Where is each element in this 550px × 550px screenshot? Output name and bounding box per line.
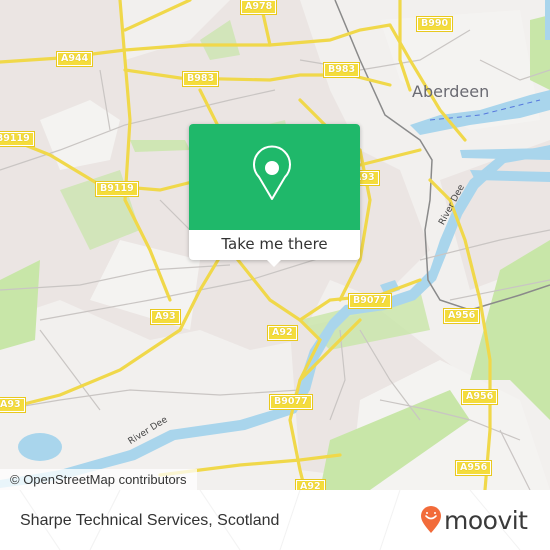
road-label-a956-south: A956 [454,460,493,476]
road-label-a956-north: A956 [442,308,481,324]
road-label-a92-south: A92 [295,479,326,490]
map-pin-icon [253,145,291,200]
popup-pointer [265,258,283,267]
road-label-b9077-south: B9077 [269,394,313,410]
directions-popup[interactable]: Take me there [189,124,360,267]
popup-header[interactable] [189,124,360,230]
road-label-b990: B990 [415,16,454,32]
road-label-b9077-north: B9077 [348,293,392,309]
place-name: Sharpe Technical Services, Scotland [20,512,280,529]
road-label-a978: A978 [239,0,278,15]
road-label-a944: A944 [55,51,94,67]
map-attribution[interactable]: © OpenStreetMap contributors [0,469,197,490]
take-me-there-button[interactable]: Take me there [189,230,360,260]
footer-bar: Sharpe Technical Services, Scotland moov… [0,490,550,550]
road-label-b983-west: B983 [181,71,220,87]
road-label-a93-center: A93 [150,309,181,325]
road-label-b9119-west: B9119 [0,131,35,147]
moovit-pin-icon [421,506,441,533]
moovit-wordmark: moovit [444,506,528,535]
road-label-a92-center: A92 [267,325,298,341]
road-label-b983-east: B983 [322,62,361,78]
road-label-a956-middle: A956 [460,389,499,405]
road-label-a93-west: A93 [0,397,26,413]
city-label: Aberdeen [412,82,490,101]
road-label-b9119-east: B9119 [95,181,139,197]
